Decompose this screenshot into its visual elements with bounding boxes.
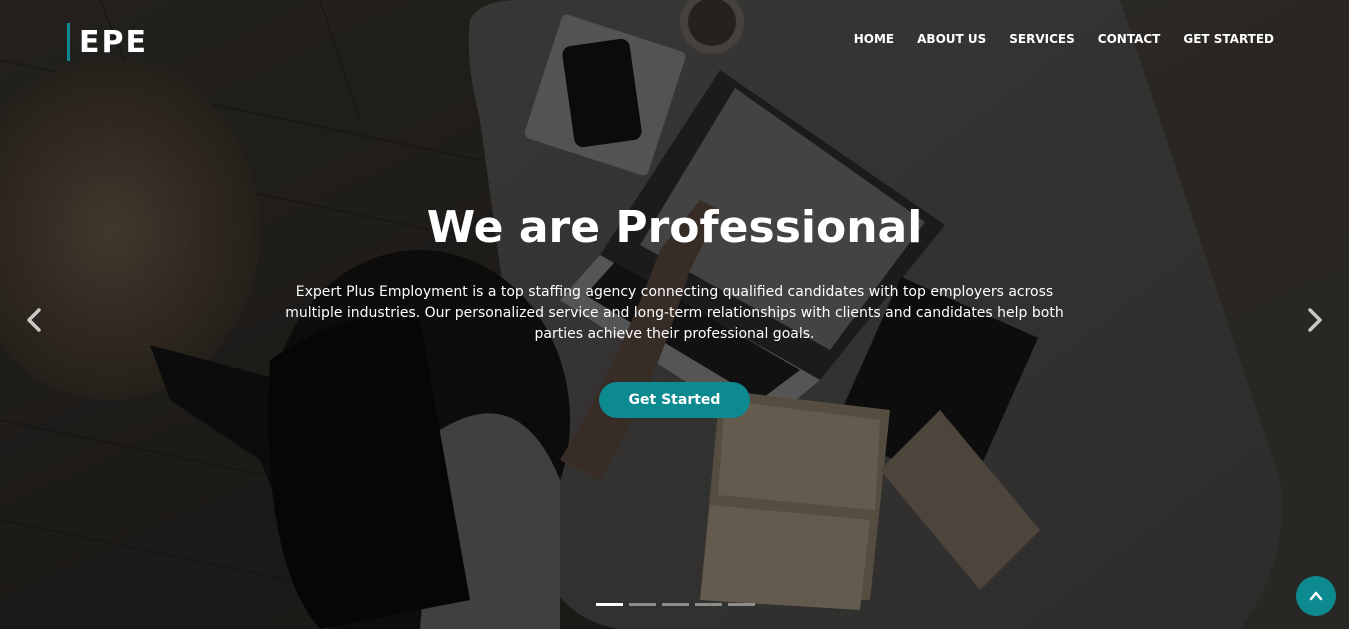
hero-content: We are Professional Expert Plus Employme…: [0, 196, 1349, 418]
site-header: EPE HOME ABOUT US SERVICES CONTACT GET S…: [0, 0, 1349, 84]
site-logo[interactable]: EPE: [67, 22, 148, 62]
hero-section: EPE HOME ABOUT US SERVICES CONTACT GET S…: [0, 0, 1349, 629]
nav-item-home[interactable]: HOME: [854, 30, 894, 48]
chevron-right-icon: [1308, 308, 1322, 332]
chevron-left-icon: [27, 308, 41, 332]
chevron-up-icon: [1309, 591, 1323, 601]
carousel-indicator-1[interactable]: [596, 603, 623, 606]
nav-item-services[interactable]: SERVICES: [1009, 30, 1074, 48]
logo-text: EPE: [79, 24, 148, 60]
carousel-prev-button[interactable]: [20, 305, 50, 335]
get-started-button[interactable]: Get Started: [599, 382, 750, 418]
logo-accent-bar: [67, 23, 70, 61]
carousel-indicator-3[interactable]: [662, 603, 689, 606]
hero-description: Expert Plus Employment is a top staffing…: [285, 284, 1064, 342]
nav-item-about-us[interactable]: ABOUT US: [917, 30, 986, 48]
carousel-next-button[interactable]: [1299, 305, 1329, 335]
carousel-indicator-2[interactable]: [629, 603, 656, 606]
back-to-top-button[interactable]: [1296, 576, 1336, 616]
nav-item-contact[interactable]: CONTACT: [1098, 30, 1161, 48]
main-nav: HOME ABOUT US SERVICES CONTACT GET START…: [854, 30, 1274, 48]
nav-item-get-started[interactable]: GET STARTED: [1183, 30, 1274, 48]
carousel-indicator-4[interactable]: [695, 603, 722, 606]
carousel-indicators: [596, 603, 755, 606]
carousel-indicator-5[interactable]: [728, 603, 755, 606]
hero-title: We are Professional: [426, 202, 923, 253]
